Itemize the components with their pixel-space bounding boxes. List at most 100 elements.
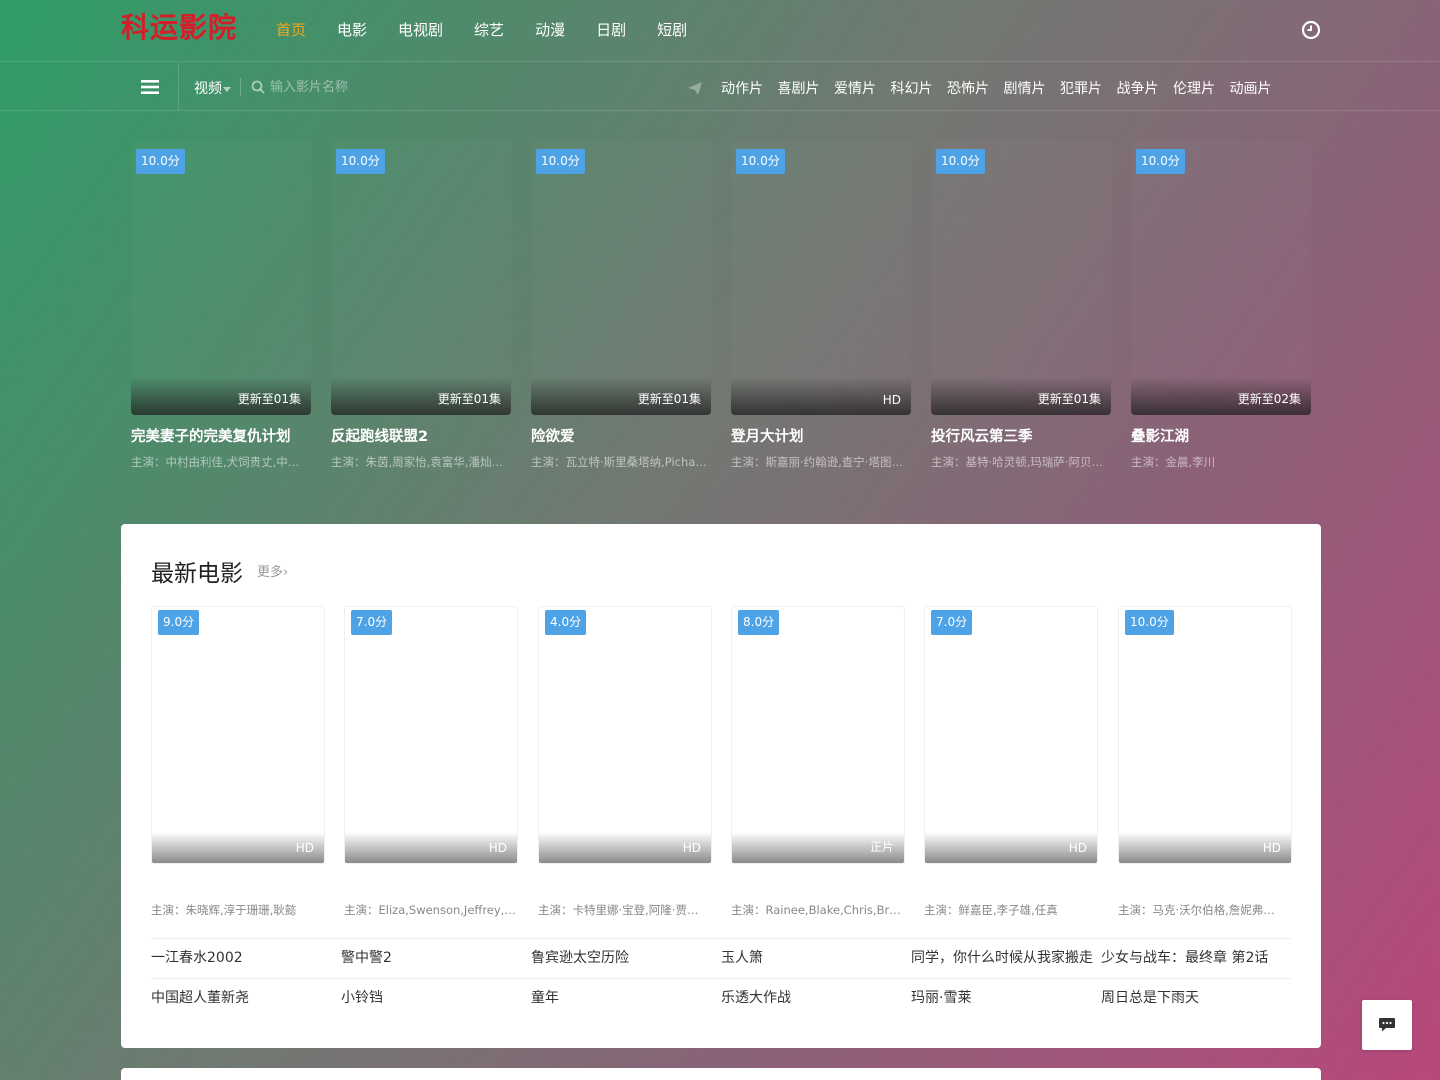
poster-image[interactable]: 7.0分 HD xyxy=(924,606,1098,864)
actors-text: 主演：Eliza,Swenson,Jeffrey,C… xyxy=(344,903,518,917)
status-label: HD xyxy=(882,393,901,407)
movie-card[interactable]: 7.0分 HD 主演：Eliza,Swenson,Jeffrey,C… xyxy=(344,606,518,918)
actors-text: 主演：鲜嘉臣,李子雄,任真 xyxy=(924,903,1058,917)
nav-item-tv[interactable]: 电视剧 xyxy=(398,19,443,40)
poster-image[interactable]: 10.0分 HD xyxy=(731,141,911,415)
status-label: 更新至01集 xyxy=(1037,392,1101,406)
movie-card[interactable]: 10.0分 HD 主演：马克·沃尔伯格,詹妮弗… xyxy=(1118,606,1292,918)
next-section-panel xyxy=(121,1068,1321,1080)
category-horror[interactable]: 恐怖片 xyxy=(947,78,989,98)
menu-button[interactable] xyxy=(121,63,179,110)
title-link[interactable]: 叠影江湖 xyxy=(1131,425,1311,446)
status-label: 正片 xyxy=(869,840,894,854)
hero-card[interactable]: 10.0分 更新至01集 险欲爱 主演：瓦立特·斯里桑塔纳,Picha… xyxy=(531,141,711,470)
list-item[interactable]: 同学，你什么时候从我家搬走 xyxy=(911,939,1101,978)
poster-image[interactable]: 4.0分 HD xyxy=(538,606,712,864)
actors-text: 主演：卡特里娜·宝登,阿隆·贾… xyxy=(538,903,699,917)
caret-down-icon xyxy=(223,86,231,92)
score-badge: 10.0分 xyxy=(336,149,385,174)
movie-card[interactable]: 4.0分 HD 主演：卡特里娜·宝登,阿隆·贾… xyxy=(538,606,712,918)
category-ethics[interactable]: 伦理片 xyxy=(1173,78,1215,98)
hero-card[interactable]: 10.0分 更新至01集 完美妻子的完美复仇计划 主演：中村由利佳,犬饲贵丈,中… xyxy=(131,141,311,470)
hero-card[interactable]: 10.0分 更新至02集 叠影江湖 主演：金晨,李川 xyxy=(1131,141,1311,470)
title-link[interactable]: 投行风云第三季 xyxy=(931,425,1111,446)
nav-item-variety[interactable]: 综艺 xyxy=(474,19,504,40)
list-item[interactable]: 少女与战车：最终章 第2话 xyxy=(1101,939,1291,978)
score-badge: 10.0分 xyxy=(1125,610,1174,635)
actors-text: 主演：朱茵,周家怡,袁富华,潘灿… xyxy=(331,455,503,469)
list-item[interactable]: 玉人箫 xyxy=(721,939,911,978)
category-romance[interactable]: 爱情片 xyxy=(834,78,876,98)
category-crime[interactable]: 犯罪片 xyxy=(1060,78,1102,98)
title-link[interactable]: 反起跑线联盟2 xyxy=(331,425,511,446)
list-item[interactable]: 鲁宾逊太空历险 xyxy=(531,939,721,978)
divider xyxy=(240,78,241,96)
actors-text: 主演：基特·哈灵顿,玛瑞萨·阿贝… xyxy=(931,455,1103,469)
hero-card[interactable]: 10.0分 更新至01集 反起跑线联盟2 主演：朱茵,周家怡,袁富华,潘灿… xyxy=(331,141,511,470)
poster-image[interactable]: 8.0分 正片 xyxy=(731,606,905,864)
nav-item-jdrama[interactable]: 日剧 xyxy=(596,19,626,40)
top-header: 科运影院 首页 电影 电视剧 综艺 动漫 日剧 短剧 xyxy=(0,0,1440,62)
hero-card[interactable]: 10.0分 更新至01集 投行风云第三季 主演：基特·哈灵顿,玛瑞萨·阿贝… xyxy=(931,141,1111,470)
list-item[interactable]: 童年 xyxy=(531,979,721,1018)
chat-button[interactable] xyxy=(1362,1000,1412,1050)
poster-image[interactable]: 10.0分 HD xyxy=(1118,606,1292,864)
chat-bubble-icon xyxy=(1379,1018,1395,1032)
list-item[interactable]: 一江春水2002 xyxy=(151,939,341,978)
search-type-select[interactable]: 视频 xyxy=(194,78,231,98)
nav-item-short[interactable]: 短剧 xyxy=(657,19,687,40)
nav-item-home[interactable]: 首页 xyxy=(276,19,306,40)
category-drama[interactable]: 剧情片 xyxy=(1004,78,1046,98)
clock-icon xyxy=(1301,20,1321,40)
title-link[interactable]: 登月大计划 xyxy=(731,425,911,446)
actors-text: 主演：瓦立特·斯里桑塔纳,Picha… xyxy=(531,455,707,469)
history-button[interactable] xyxy=(1301,20,1321,40)
nav-item-anime[interactable]: 动漫 xyxy=(535,19,565,40)
category-animation[interactable]: 动画片 xyxy=(1230,78,1272,98)
category-action[interactable]: 动作片 xyxy=(721,78,763,98)
actors-text: 主演：朱晓辉,淳于珊珊,耿懿 xyxy=(151,903,297,917)
status-label: HD xyxy=(295,841,314,855)
list-item[interactable]: 玛丽·雪莱 xyxy=(911,979,1101,1018)
section-title: 最新电影 xyxy=(151,561,243,587)
movie-card[interactable]: 9.0分 HD 主演：朱晓辉,淳于珊珊,耿懿 xyxy=(151,606,325,918)
category-comedy[interactable]: 喜剧片 xyxy=(778,78,820,98)
status-label: HD xyxy=(488,841,507,855)
actors-text: 主演：Rainee,Blake,Chris,Bru… xyxy=(731,903,905,917)
movie-card[interactable]: 8.0分 正片 主演：Rainee,Blake,Chris,Bru… xyxy=(731,606,905,918)
score-badge: 9.0分 xyxy=(158,610,200,635)
hero-card[interactable]: 10.0分 HD 登月大计划 主演：斯嘉丽·约翰逊,查宁·塔图… xyxy=(731,141,911,470)
score-badge: 10.0分 xyxy=(536,149,585,174)
movie-card[interactable]: 7.0分 HD 主演：鲜嘉臣,李子雄,任真 xyxy=(924,606,1098,918)
status-label: 更新至01集 xyxy=(437,392,501,406)
poster-image[interactable]: 10.0分 更新至02集 xyxy=(1131,141,1311,415)
score-badge: 7.0分 xyxy=(931,610,973,635)
category-scifi[interactable]: 科幻片 xyxy=(891,78,933,98)
list-item[interactable]: 中国超人董新尧 xyxy=(151,979,341,1018)
search-input[interactable] xyxy=(270,75,470,99)
more-link[interactable]: 更多› xyxy=(257,561,288,580)
title-link[interactable]: 险欲爱 xyxy=(531,425,711,446)
poster-image[interactable]: 10.0分 更新至01集 xyxy=(931,141,1111,415)
list-item[interactable]: 警中警2 xyxy=(341,939,531,978)
poster-image[interactable]: 7.0分 HD xyxy=(344,606,518,864)
site-logo[interactable]: 科运影院 xyxy=(121,6,237,46)
title-list-row: 中国超人董新尧 小铃铛 童年 乐透大作战 玛丽·雪莱 周日总是下雨天 xyxy=(151,978,1291,1018)
list-item[interactable]: 周日总是下雨天 xyxy=(1101,979,1291,1018)
main-nav: 首页 电影 电视剧 综艺 动漫 日剧 短剧 xyxy=(276,19,718,40)
paper-plane-icon xyxy=(688,82,702,95)
poster-image[interactable]: 10.0分 更新至01集 xyxy=(131,141,311,415)
title-link[interactable]: 完美妻子的完美复仇计划 xyxy=(131,425,311,446)
search-icon xyxy=(251,80,265,94)
latest-movies-panel: 最新电影 更多› 9.0分 HD 主演：朱晓辉,淳于珊珊,耿懿 7.0分 HD … xyxy=(121,524,1321,1048)
poster-image[interactable]: 10.0分 更新至01集 xyxy=(331,141,511,415)
list-item[interactable]: 乐透大作战 xyxy=(721,979,911,1018)
poster-image[interactable]: 9.0分 HD xyxy=(151,606,325,864)
nav-item-movies[interactable]: 电影 xyxy=(337,19,367,40)
category-toolbar: 视频 动作片 喜剧片 爱情片 科幻片 恐怖片 剧情片 犯罪片 战争片 伦理片 动… xyxy=(0,63,1440,111)
list-item[interactable]: 小铃铛 xyxy=(341,979,531,1018)
category-nav: 动作片 喜剧片 爱情片 科幻片 恐怖片 剧情片 犯罪片 战争片 伦理片 动画片 xyxy=(721,78,1286,98)
status-label: 更新至02集 xyxy=(1237,392,1301,406)
poster-image[interactable]: 10.0分 更新至01集 xyxy=(531,141,711,415)
category-war[interactable]: 战争片 xyxy=(1117,78,1159,98)
